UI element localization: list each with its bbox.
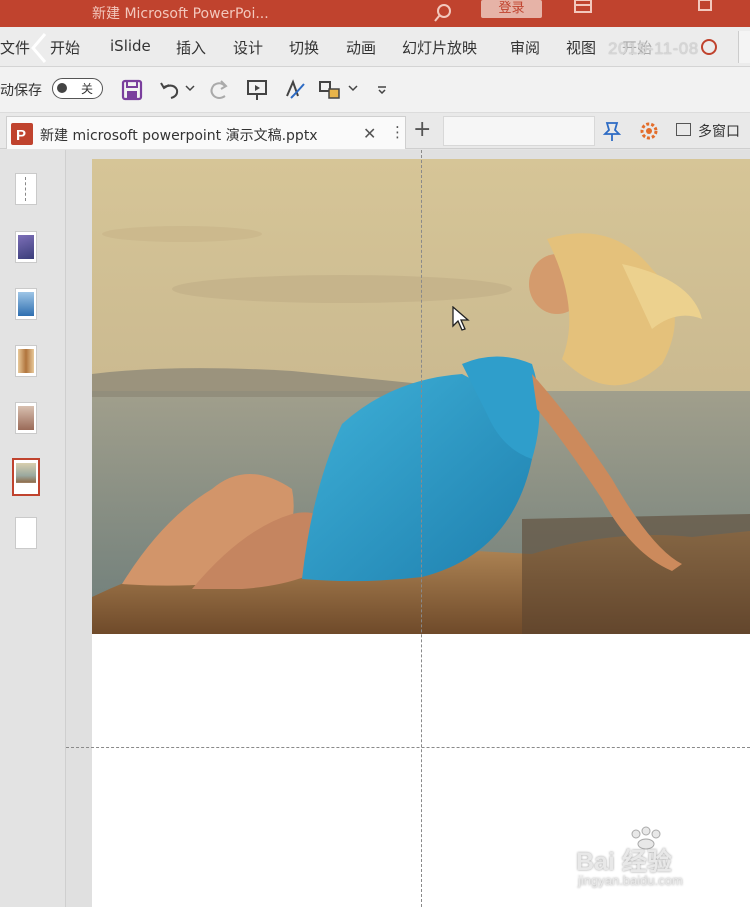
tab-insert[interactable]: 插入 [176,37,206,58]
multi-window-button[interactable]: 多窗口 [676,121,740,141]
slide-thumbnail[interactable] [15,402,37,434]
arrange-dropdown-icon[interactable] [348,84,358,92]
toggle-knob [57,83,67,93]
customize-toolbar-icon[interactable] [377,86,387,94]
restore-window-icon[interactable] [697,0,713,12]
present-icon[interactable] [245,78,269,102]
arrange-shapes-icon[interactable] [318,78,342,102]
document-tab-row: P 新建 microsoft powerpoint 演示文稿.pptx ✕ ⋮ … [0,113,750,149]
baidu-watermark: Bai 经验 jingyan.baidu.com [572,826,722,892]
document-tab[interactable]: P 新建 microsoft powerpoint 演示文稿.pptx ✕ ⋮ [6,116,406,149]
slide-thumbnail[interactable] [15,345,37,377]
vertical-guide[interactable] [421,150,422,907]
tab-slideshow[interactable]: 幻灯片放映 [402,37,477,58]
thumbnail-image [18,349,34,373]
close-tab-icon[interactable]: ✕ [363,124,376,143]
slide-thumbnail[interactable] [15,517,37,549]
watermark-url: jingyan.baidu.com [578,873,683,888]
spelling-icon[interactable] [283,78,307,102]
horizontal-guide[interactable] [66,747,750,748]
chevron-left-icon[interactable] [28,31,50,65]
tab-home[interactable]: 开始 [50,37,80,58]
thumbnail-image [18,235,34,259]
thumbnail-image [18,406,34,430]
redo-icon[interactable] [207,78,231,102]
slide-thumbnail[interactable] [15,173,37,205]
document-name: 新建 microsoft powerpoint 演示文稿.pptx [40,128,318,144]
pin-icon[interactable] [600,120,624,142]
thumbnail-pane [0,150,66,907]
tab-file[interactable]: 文件 [0,37,30,58]
thumbnail-image [18,292,34,316]
tab-transitions[interactable]: 切换 [289,37,319,58]
slide-thumbnail-selected[interactable] [12,458,40,496]
date-stamp: 2019-11-08 [608,39,699,58]
gear-icon[interactable] [637,119,661,143]
tab-view[interactable]: 视图 [566,37,596,58]
search-icon[interactable] [432,2,454,24]
window-title: 新建 Microsoft PowerPoi... [92,6,269,22]
title-bar: 新建 Microsoft PowerPoi... 登录 [0,0,750,27]
more-options-icon[interactable]: ⋮ [390,123,405,141]
powerpoint-file-icon: P [11,123,33,145]
thumbnail-image [25,177,34,201]
tab-islide[interactable]: iSlide [110,37,151,55]
ribbon-edge [738,31,750,63]
tab-search-box[interactable] [443,116,595,146]
share-icon[interactable] [698,37,720,57]
autosave-state: 关 [81,82,94,96]
new-tab-icon[interactable]: + [413,117,431,142]
svg-text:P: P [16,127,26,144]
slide-thumbnail[interactable] [15,288,37,320]
ribbon-tabs: 文件 开始 iSlide 插入 设计 切换 动画 幻灯片放映 审阅 视图 开始 … [0,27,750,67]
autosave-toggle[interactable]: 关 [52,78,103,99]
ribbon-display-icon[interactable] [572,0,594,14]
slide-canvas [66,150,750,907]
thumbnail-image [16,463,36,491]
tab-animations[interactable]: 动画 [346,37,376,58]
login-button[interactable]: 登录 [481,0,542,18]
mouse-cursor-icon [452,306,470,331]
tab-review[interactable]: 审阅 [510,37,540,58]
quick-access-toolbar: 动保存 关 [0,67,750,113]
tab-design[interactable]: 设计 [233,37,263,58]
autosave-label: 动保存 [0,83,42,99]
undo-icon[interactable] [158,78,182,102]
undo-dropdown-icon[interactable] [185,84,195,92]
multi-window-icon [676,123,691,136]
save-icon[interactable] [120,78,144,102]
slide-thumbnail[interactable] [15,231,37,263]
